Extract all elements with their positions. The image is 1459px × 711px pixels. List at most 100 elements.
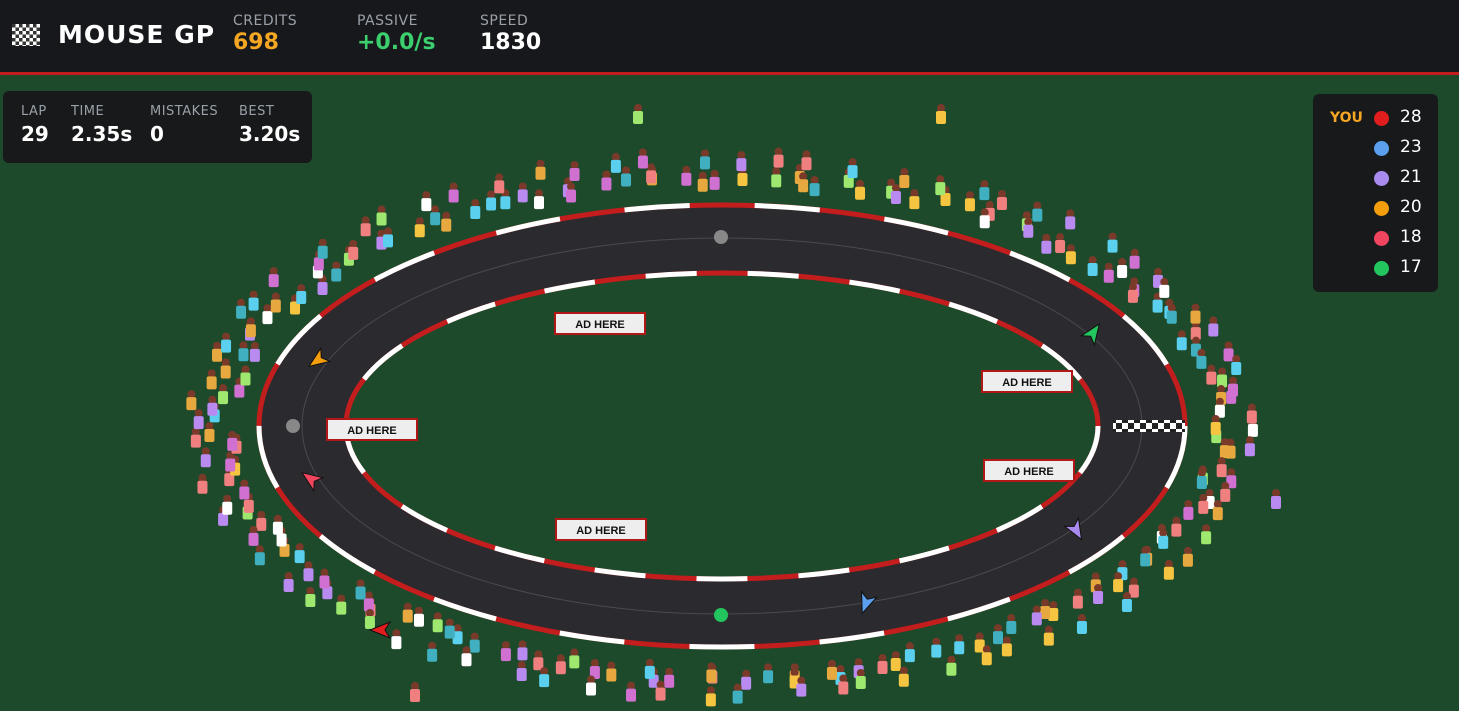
speed-label: SPEED [480, 13, 529, 29]
spectator [220, 358, 231, 379]
spectator [227, 430, 238, 451]
mistakes-value: 0 [150, 122, 164, 146]
spectator [1072, 588, 1083, 609]
spectator [979, 208, 990, 229]
spectator [430, 205, 441, 226]
speed-stat: SPEED 1830 [480, 13, 541, 55]
spectator [1001, 636, 1012, 657]
spectator [1113, 572, 1124, 593]
lap-stat: LAP 29 [21, 104, 49, 146]
spectator [741, 669, 752, 690]
spectator [272, 514, 283, 535]
best-label: BEST [239, 104, 275, 119]
spectator [610, 152, 621, 173]
spectator [500, 641, 511, 662]
spectator [706, 662, 717, 683]
spectator [890, 651, 901, 672]
spectator [355, 579, 366, 600]
racer-color-dot [1374, 261, 1389, 276]
passive-label: PASSIVE [357, 13, 418, 29]
spectator [699, 149, 710, 170]
spectator [421, 191, 432, 212]
spectator [1023, 217, 1034, 238]
spectator [664, 667, 675, 688]
spectator [336, 594, 347, 615]
spectator [190, 427, 201, 448]
spectator [981, 645, 992, 666]
marker-dot [714, 608, 728, 622]
spectator [410, 682, 420, 702]
spectator [517, 640, 528, 661]
passive-value: +0.0/s [357, 30, 436, 55]
spectator [890, 183, 901, 204]
spectator [1244, 436, 1255, 457]
spectator [1227, 376, 1238, 397]
racer-score: 28 [1400, 107, 1422, 127]
infield [348, 275, 1096, 577]
spectator [1043, 625, 1054, 646]
spectator [1055, 233, 1066, 254]
spectator [644, 658, 655, 679]
ad-board: AD HERE [981, 370, 1073, 393]
credits-stat: CREDITS 698 [233, 13, 297, 55]
spectator [256, 510, 267, 531]
spectator [1231, 354, 1242, 375]
marker-dot [286, 419, 300, 433]
spectator [1031, 605, 1042, 626]
spectator [193, 409, 204, 430]
spectator [898, 666, 909, 687]
spectator [637, 148, 648, 169]
spectator [441, 211, 452, 232]
spectator [935, 175, 946, 196]
spectator [1153, 267, 1164, 288]
racer-score: 21 [1400, 167, 1422, 187]
ad-board: AD HERE [555, 518, 647, 541]
spectator [1196, 348, 1207, 369]
spectator [1065, 244, 1076, 265]
ad-board-label: AD HERE [575, 319, 625, 331]
spectator [534, 189, 545, 210]
spectator [993, 624, 1004, 645]
ad-board-label: AD HERE [576, 525, 626, 537]
spectator [486, 190, 497, 211]
time-value: 2.35s [71, 122, 133, 146]
spectator [626, 681, 637, 702]
ad-board: AD HERE [326, 418, 418, 441]
spectator [1208, 316, 1219, 337]
spectator [954, 634, 965, 655]
spectator [569, 160, 580, 181]
spectator [268, 267, 279, 288]
spectator [877, 653, 888, 674]
spectator [382, 227, 393, 248]
spectator [1196, 468, 1207, 489]
spectator [931, 637, 942, 658]
spectator [1217, 367, 1228, 388]
spectator [296, 284, 307, 305]
lap-panel: LAP 29 TIME 2.35s MISTAKES 0 BEST 3.20s [3, 91, 312, 163]
spectator [245, 317, 256, 338]
racer-score: 18 [1400, 227, 1422, 247]
racer-score: 23 [1400, 137, 1422, 157]
spectator [222, 494, 233, 515]
spectator [221, 332, 232, 353]
racer-color-dot [1374, 171, 1389, 186]
spectator [1190, 303, 1201, 324]
spectator [705, 686, 716, 707]
race-track-scene[interactable]: AD HERE AD HERE AD HERE AD HERE AD HERE [0, 75, 1459, 711]
spectator [681, 165, 692, 186]
spectator [855, 179, 866, 200]
credits-label: CREDITS [233, 13, 298, 29]
spectator [283, 572, 294, 593]
spectator [364, 608, 375, 629]
spectator [904, 642, 915, 663]
spectator [1117, 258, 1128, 279]
ad-board-label: AD HERE [347, 425, 397, 437]
spectator [586, 675, 597, 696]
spectator [432, 612, 443, 633]
spectator [225, 451, 236, 472]
spectator [1246, 403, 1257, 424]
spectator [964, 191, 975, 212]
spectator [1171, 516, 1182, 537]
spectator [1076, 614, 1087, 635]
spectator [200, 447, 211, 468]
